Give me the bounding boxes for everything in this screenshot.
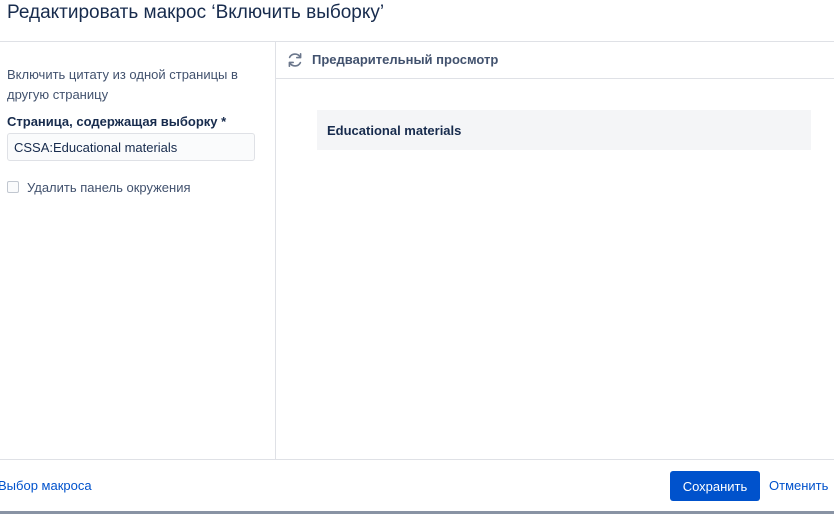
dialog-header: Редактировать макрос ‘Включить выборку’ (0, 0, 834, 42)
dialog-footer: Выбор макроса Сохранить Отменить (0, 459, 834, 512)
page-field-label: Страница, содержащая выборку * (7, 114, 227, 129)
preview-area: Educational materials (276, 79, 834, 459)
macro-parameters-panel: Включить цитату из одной страницы в друг… (0, 42, 276, 459)
hide-panel-label[interactable]: Удалить панель окружения (27, 180, 191, 195)
refresh-icon[interactable] (286, 51, 304, 69)
cancel-link[interactable]: Отменить (769, 478, 828, 493)
hide-panel-checkbox[interactable] (7, 181, 19, 193)
macro-editor-dialog: Редактировать макрос ‘Включить выборку’ … (0, 0, 834, 514)
excerpt-title: Educational materials (327, 123, 462, 138)
select-macro-link[interactable]: Выбор макроса (0, 478, 92, 493)
excerpt-preview: Educational materials (317, 110, 811, 150)
dialog-title: Редактировать макрос ‘Включить выборку’ (7, 2, 385, 23)
save-button[interactable]: Сохранить (670, 471, 760, 501)
hide-panel-option[interactable]: Удалить панель окружения (7, 179, 191, 195)
preview-title: Предварительный просмотр (312, 52, 499, 67)
preview-header: Предварительный просмотр (276, 42, 834, 79)
page-field-input[interactable] (7, 133, 255, 161)
macro-description: Включить цитату из одной страницы в друг… (7, 67, 238, 102)
